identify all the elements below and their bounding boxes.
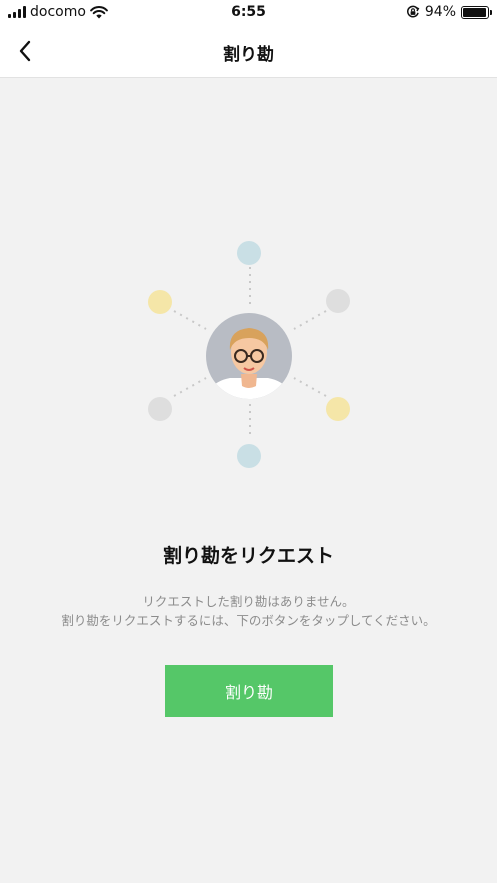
member-node-bottom-right — [326, 397, 350, 421]
member-node-top-left — [148, 290, 172, 314]
member-node-bottom-left — [148, 397, 172, 421]
battery-icon — [461, 5, 492, 19]
member-node-top — [237, 241, 261, 265]
status-bar: docomo 6:55 94% — [0, 0, 497, 26]
split-bill-button[interactable]: 割り勘 — [165, 665, 333, 717]
empty-state-description-line1: リクエストした割り勘はありません。 — [142, 594, 355, 609]
navigation-bar: 割り勘 — [0, 26, 497, 78]
member-node-top-right — [326, 289, 350, 313]
member-node-bottom — [237, 444, 261, 468]
orientation-lock-icon — [406, 5, 420, 18]
avatar — [206, 313, 292, 399]
status-bar-right: 94% — [406, 4, 492, 20]
page-title: 割り勘 — [223, 45, 274, 65]
empty-state-description-line2: 割り勘をリクエストするには、下のボタンをタップしてください。 — [61, 613, 436, 628]
battery-percent: 94% — [424, 4, 456, 20]
battery-level-fill — [463, 7, 486, 17]
split-bill-illustration — [148, 241, 350, 468]
empty-state-title: 割り勘をリクエスト — [162, 545, 334, 567]
